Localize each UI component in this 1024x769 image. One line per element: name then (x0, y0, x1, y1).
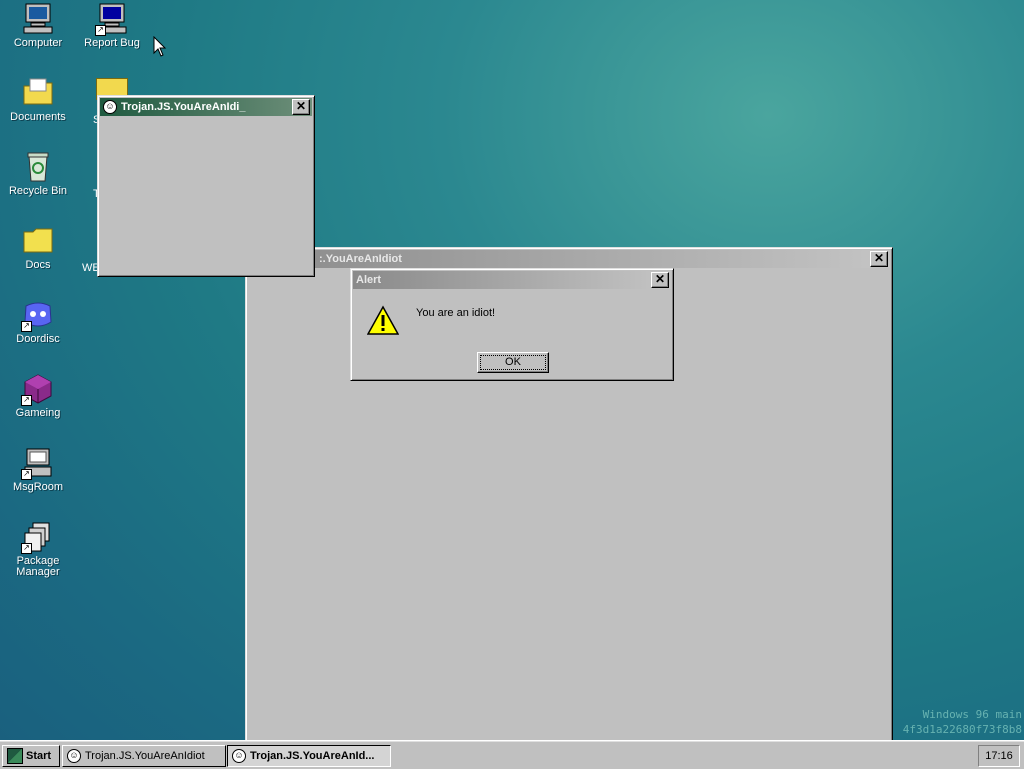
shortcut-arrow-icon: ↗ (95, 25, 106, 36)
mouse-cursor-icon (153, 35, 167, 61)
alert-dialog[interactable]: Alert ✕ You are an idiot! OK (350, 268, 674, 381)
desktop-icon-computer[interactable]: Computer (1, 2, 75, 49)
shortcut-arrow-icon: ↗ (21, 543, 32, 554)
desktop-icon-label: Gameing (15, 407, 61, 419)
desktop-icon-gameing[interactable]: ↗ Gameing (1, 372, 75, 419)
ok-button-label: OK (505, 356, 521, 368)
shortcut-arrow-icon: ↗ (21, 469, 32, 480)
report-bug-icon: ↗ (95, 2, 129, 36)
close-button[interactable]: ✕ (870, 251, 888, 267)
desktop-icon-package-manager[interactable]: ↗ Package Manager (1, 520, 75, 578)
desktop-icon-label: Documents (10, 111, 66, 123)
smiley-icon: ☺ (103, 100, 117, 114)
build-watermark: Windows 96 main 4f3d1a22680f73f8b8 (903, 707, 1022, 737)
desktop-icon-recycle-bin[interactable]: Recycle Bin (1, 150, 75, 197)
close-button[interactable]: ✕ (651, 272, 669, 288)
alert-titlebar[interactable]: Alert ✕ (353, 271, 671, 289)
desktop-icon-documents[interactable]: Documents (1, 76, 75, 123)
desktop-icon-label: Docs (25, 259, 51, 271)
taskbar: Start ☺ Trojan.JS.YouAreAnIdiot ☺ Trojan… (0, 740, 1024, 769)
package-manager-icon: ↗ (21, 520, 55, 554)
taskbar-item[interactable]: ☺ Trojan.JS.YouAreAnIdiot (62, 745, 226, 767)
desktop-icon-label: Package Manager (16, 555, 60, 578)
window-title: Trojan.JS.YouAreAnIdi_ (121, 101, 246, 113)
desktop-icon-docs[interactable]: Docs (1, 224, 75, 271)
shortcut-arrow-icon: ↗ (21, 321, 32, 332)
watermark-line-1: Windows 96 main (922, 708, 1022, 721)
warning-icon (366, 305, 400, 340)
alert-title: Alert (356, 274, 382, 286)
small-popup-window[interactable]: ☺ Trojan.JS.YouAreAnIdi_ ✕ (97, 95, 315, 277)
desktop-icon-label: Report Bug (84, 37, 140, 49)
start-logo-icon (7, 748, 23, 764)
recycle-bin-icon (21, 150, 55, 184)
watermark-line-2: 4f3d1a22680f73f8b8 (902, 723, 1022, 736)
ok-button[interactable]: OK (477, 352, 549, 373)
desktop-icon-label: MsgRoom (12, 481, 64, 493)
alert-message: You are an idiot! (416, 307, 496, 319)
smiley-icon: ☺ (67, 749, 81, 763)
desktop-icon-label: Recycle Bin (8, 185, 68, 197)
computer-icon (21, 2, 55, 36)
close-button[interactable]: ✕ (292, 99, 310, 115)
taskbar-item-label: Trojan.JS.YouAreAnIdiot (85, 750, 205, 762)
game-cube-icon: ↗ (21, 372, 55, 406)
msgroom-icon: ↗ (21, 446, 55, 480)
documents-folder-icon (21, 76, 55, 110)
doordisc-icon: ↗ (21, 298, 55, 332)
taskbar-clock[interactable]: 17:16 (978, 745, 1020, 767)
desktop-icon-label: Computer (13, 37, 63, 49)
start-button[interactable]: Start (2, 745, 60, 767)
small-popup-titlebar[interactable]: ☺ Trojan.JS.YouAreAnIdi_ ✕ (100, 98, 312, 116)
desktop-icon-msgroom[interactable]: ↗ MsgRoom (1, 446, 75, 493)
desktop-icon-label: Doordisc (16, 333, 60, 345)
folder-icon (21, 224, 55, 258)
taskbar-item-active[interactable]: ☺ Trojan.JS.YouAreAnId... (227, 745, 391, 767)
desktop-icon-report-bug[interactable]: ↗ Report Bug (75, 2, 149, 49)
start-label: Start (26, 750, 52, 762)
window-title: :.YouAreAnIdiot (319, 253, 402, 265)
large-popup-titlebar[interactable]: :.YouAreAnIdiot ✕ (248, 250, 890, 268)
smiley-icon: ☺ (232, 749, 246, 763)
desktop-icon-doordisc[interactable]: ↗ Doordisc (1, 298, 75, 345)
taskbar-item-label: Trojan.JS.YouAreAnId... (250, 750, 375, 762)
shortcut-arrow-icon: ↗ (21, 395, 32, 406)
